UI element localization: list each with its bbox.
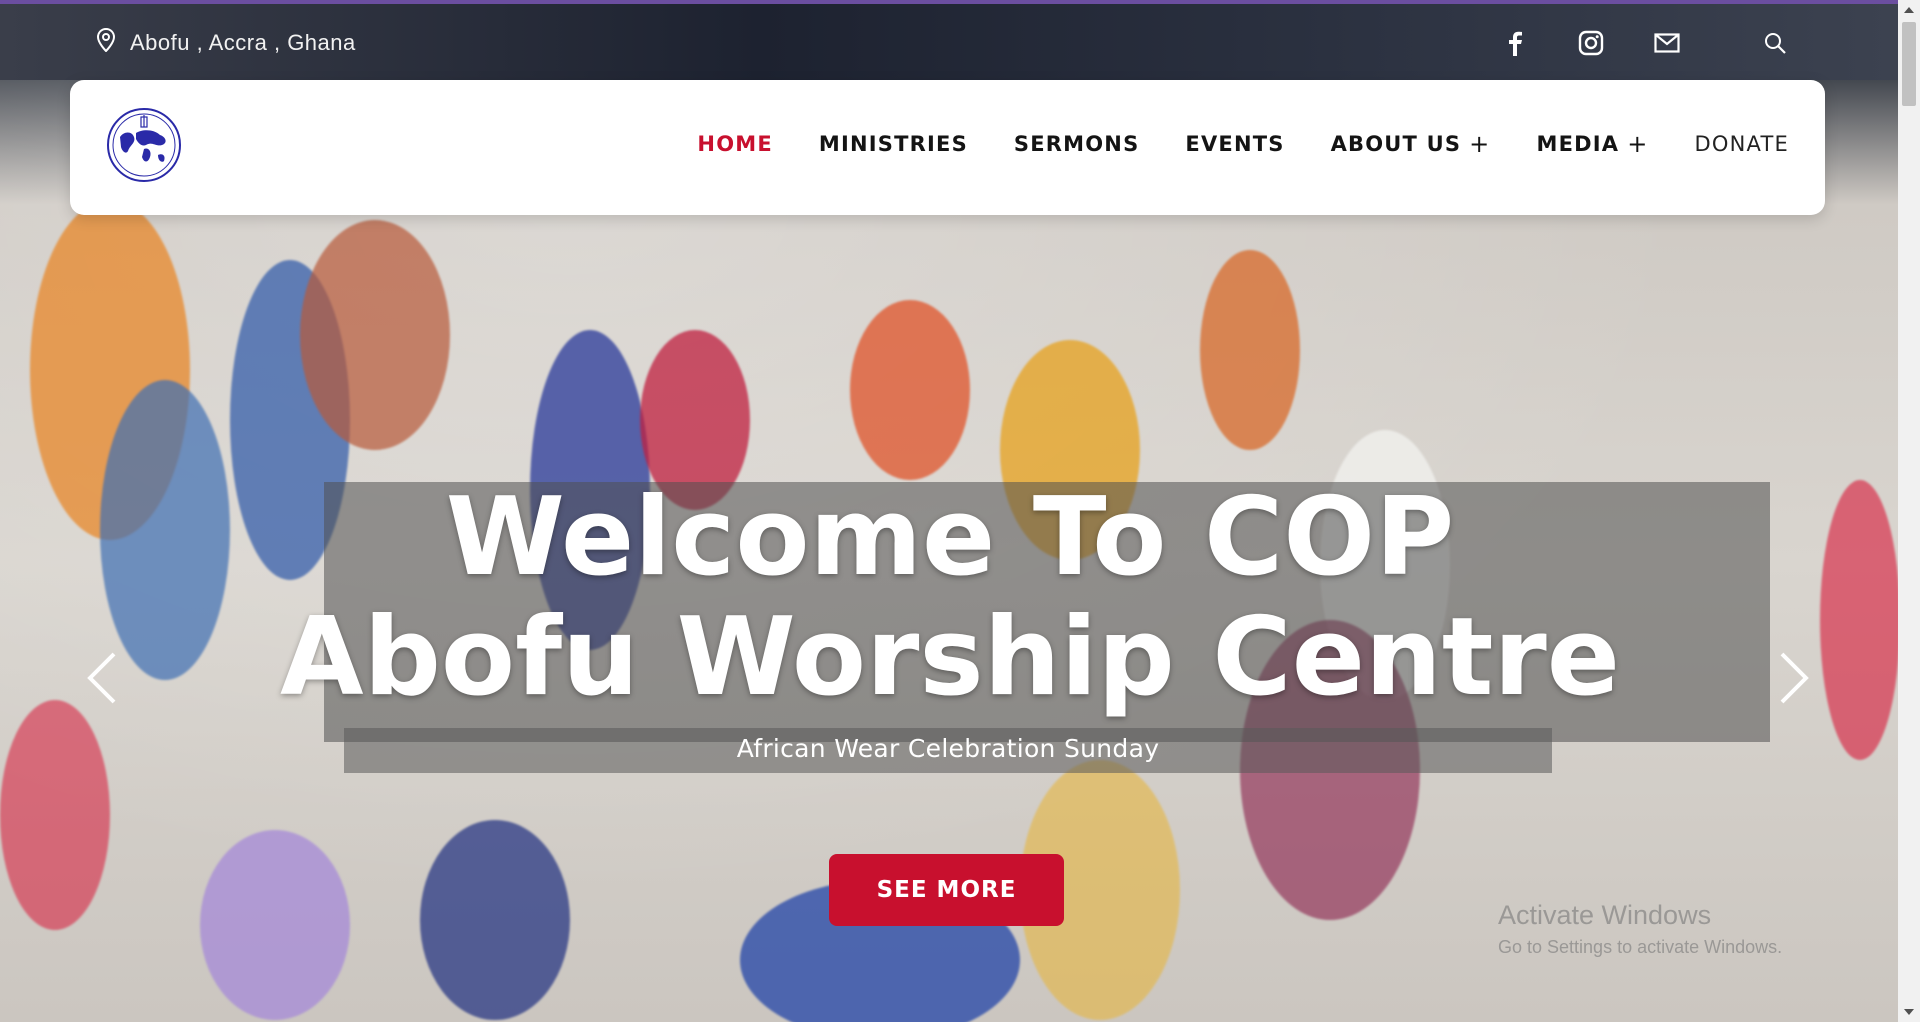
- crowd-figure: [200, 830, 350, 1020]
- watermark-line1: Activate Windows: [1498, 900, 1712, 930]
- hero-title-line1: Welcome To COP: [445, 475, 1455, 600]
- scroll-down-arrow[interactable]: [1898, 1002, 1920, 1022]
- nav-about-us-label: ABOUT US: [1330, 132, 1462, 156]
- nav-media-label: MEDIA: [1536, 132, 1620, 156]
- email-icon[interactable]: [1650, 26, 1684, 60]
- expand-plus-icon[interactable]: +: [1469, 132, 1490, 156]
- map-pin-icon: [96, 27, 116, 57]
- nav-donate-label: DONATE: [1694, 132, 1789, 156]
- slider-next-arrow[interactable]: [1772, 648, 1816, 708]
- location: Abofu , Accra , Ghana: [96, 27, 356, 57]
- crowd-figure: [1820, 480, 1898, 760]
- crowd-figure: [850, 300, 970, 480]
- nav-events-label: EVENTS: [1185, 132, 1285, 156]
- search-icon[interactable]: [1758, 26, 1792, 60]
- nav-sermons-label: SERMONS: [1013, 132, 1140, 156]
- hero-title-line2: Abofu Worship Centre: [280, 595, 1620, 720]
- slider-prev-arrow[interactable]: [80, 648, 124, 708]
- nav-donate[interactable]: DONATE: [1695, 132, 1789, 156]
- nav-sermons[interactable]: SERMONS: [1014, 132, 1140, 156]
- scroll-up-arrow[interactable]: [1898, 0, 1920, 20]
- nav-media[interactable]: MEDIA +: [1536, 132, 1648, 156]
- main-navigation: HOME MINISTRIES SERMONS EVENTS ABOUT US +…: [697, 132, 1789, 156]
- site-header: HOME MINISTRIES SERMONS EVENTS ABOUT US +…: [70, 80, 1825, 215]
- church-logo[interactable]: [106, 107, 182, 183]
- nav-ministries-label: MINISTRIES: [818, 132, 968, 156]
- crowd-figure: [100, 380, 230, 680]
- see-more-button[interactable]: SEE MORE: [829, 854, 1064, 926]
- top-info-bar: Abofu , Accra , Ghana: [0, 4, 1898, 76]
- crowd-figure: [1200, 250, 1300, 450]
- crowd-figure: [0, 700, 110, 930]
- nav-home[interactable]: HOME: [697, 132, 772, 156]
- vertical-scrollbar[interactable]: [1898, 0, 1920, 1022]
- expand-plus-icon[interactable]: +: [1627, 132, 1648, 156]
- scrollbar-thumb[interactable]: [1902, 22, 1916, 106]
- watermark-line2: Go to Settings to activate Windows.: [1498, 937, 1783, 957]
- crowd-figure: [420, 820, 570, 1020]
- nav-home-label: HOME: [697, 132, 773, 156]
- nav-ministries[interactable]: MINISTRIES: [819, 132, 968, 156]
- page-viewport: Abofu , Accra , Ghana HOME MINISTRIES SE…: [0, 0, 1898, 1022]
- nav-events[interactable]: EVENTS: [1185, 132, 1284, 156]
- nav-about-us[interactable]: ABOUT US +: [1331, 132, 1491, 156]
- windows-activation-watermark: Activate Windows Go to Settings to activ…: [1498, 900, 1782, 958]
- hero-title: Welcome To COP Abofu Worship Centre: [280, 478, 1620, 718]
- location-text: Abofu , Accra , Ghana: [130, 29, 356, 55]
- hero-subtitle: African Wear Celebration Sunday: [736, 734, 1160, 763]
- instagram-icon[interactable]: [1574, 26, 1608, 60]
- facebook-icon[interactable]: [1498, 26, 1532, 60]
- crowd-figure: [300, 220, 450, 450]
